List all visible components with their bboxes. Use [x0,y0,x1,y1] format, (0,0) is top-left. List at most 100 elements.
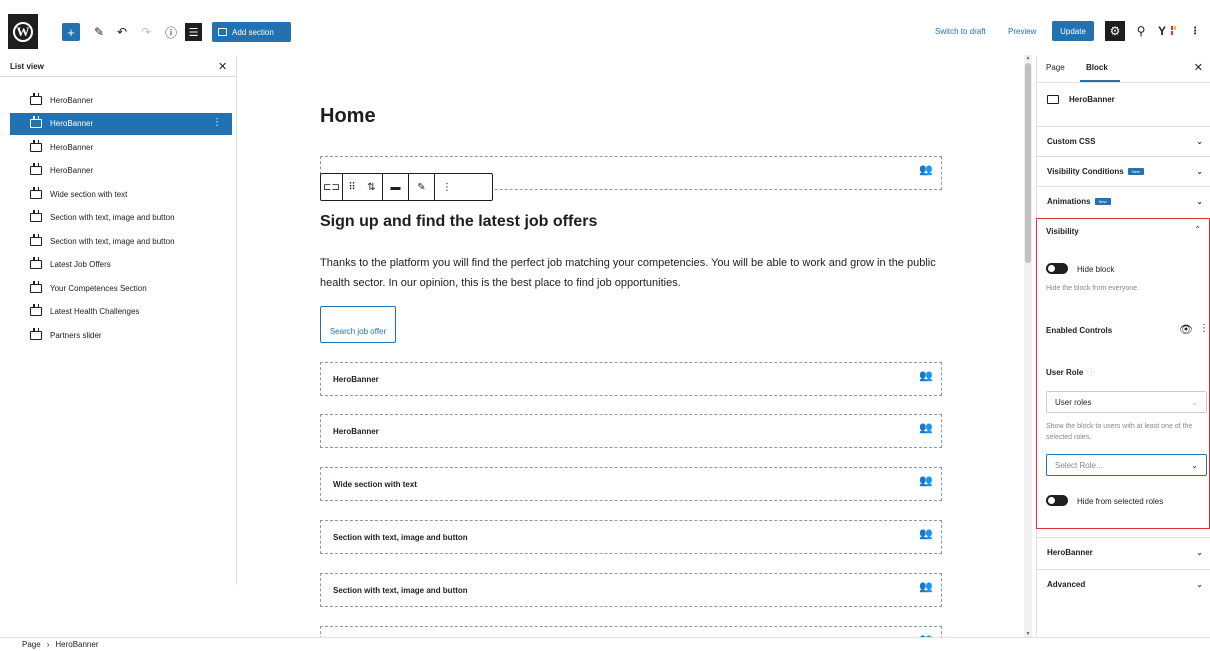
list-view-item[interactable]: Your Competences Section [10,277,232,299]
add-section-label: Add section [232,27,274,37]
redo-icon[interactable]: ↷ [138,23,154,41]
user-role-help: Show the block to users with at least on… [1046,423,1193,441]
block-toolbar: ⊏⊐ ⠿ ⇅ ▬ ✎ ⋮ [320,173,493,201]
list-view-item[interactable]: Section with text, image and button [10,230,232,252]
more-options-icon[interactable]: ⋮ [1199,323,1209,334]
drag-handle-icon[interactable]: ⠿ [343,174,361,200]
herobanner-panel-toggle[interactable]: HeroBanner ⌄ [1037,537,1210,567]
canvas-scrollbar[interactable]: ▲ ▼ [1024,55,1032,637]
hide-block-label: Hide block [1077,265,1115,274]
edit-pencil-icon[interactable]: ✎ [409,174,435,200]
advanced-panel-toggle[interactable]: Advanced ⌄ [1037,569,1210,599]
visibility-panel-title[interactable]: Visibility [1046,227,1079,236]
list-view-item[interactable]: Wide section with text [10,183,232,205]
block-placeholder[interactable]: Section with text, image and button 👥 [320,520,942,554]
list-view-title: List view [10,62,44,71]
wordpress-logo-button[interactable]: W [8,14,38,49]
advanced-panel-label: Advanced [1047,580,1086,589]
user-roles-select[interactable]: User roles ⌄ [1046,391,1207,413]
settings-gear-icon[interactable]: ⚙ [1105,21,1125,41]
chevron-up-icon[interactable]: ⌃ [1194,225,1201,234]
close-icon[interactable]: ✕ [218,60,227,73]
help-info-icon[interactable]: ⓘ [1087,367,1095,378]
custom-css-panel-toggle[interactable]: Custom CSS ⌄ [1037,126,1210,156]
chevron-down-icon: ⌄ [1191,397,1198,407]
sidebar-tabs: Page Block ✕ [1037,55,1210,83]
list-view-item[interactable]: Latest Health Challenges [10,301,232,323]
animations-panel-toggle[interactable]: Animations New ⌄ [1037,186,1210,216]
wordpress-logo-icon: W [13,21,33,42]
section-icon [218,28,227,36]
yoast-seo-icon[interactable]: Y [1157,21,1179,41]
breadcrumb-page[interactable]: Page [22,640,41,649]
switch-to-draft-button[interactable]: Switch to draft [935,27,986,36]
move-up-down-icon[interactable]: ⇅ [361,174,383,200]
page-title[interactable]: Home [320,105,376,128]
block-type-icon[interactable]: ⊏⊐ [321,174,343,200]
section-heading[interactable]: Sign up and find the latest job offers [320,213,597,231]
list-view-item[interactable]: HeroBanner ⋮ [10,112,232,135]
list-view-item-label: Latest Job Offers [50,260,111,269]
chevron-down-icon: ⌄ [1191,460,1198,470]
block-label: HeroBanner [333,426,379,436]
users-icon: 👥 [919,422,933,434]
block-placeholder[interactable]: HeroBanner 👥 [320,414,942,448]
more-options-icon[interactable]: ⋮ [435,174,459,200]
edit-tools-icon[interactable]: ✎ [91,23,107,41]
tab-page[interactable]: Page [1046,63,1065,72]
block-placeholder[interactable]: Section with text, image and button 👥 [320,573,942,607]
breadcrumb-current[interactable]: HeroBanner [55,640,98,649]
section-paragraph[interactable]: Thanks to the platform you will find the… [320,253,960,293]
breadcrumb: Page › HeroBanner [0,637,1210,651]
block-icon [30,186,42,199]
update-button[interactable]: Update [1052,21,1094,41]
scroll-up-icon[interactable]: ▲ [1024,55,1032,61]
block-label: Section with text, image and button [333,532,468,542]
options-kebab-icon[interactable]: ⋮ [1190,21,1200,41]
editor-canvas: Home 👥 ⊏⊐ ⠿ ⇅ ▬ ✎ ⋮ Sign up and find the… [238,55,1033,637]
block-card-title: HeroBanner [1069,95,1115,104]
new-badge: New [1127,168,1144,175]
block-icon [30,327,42,340]
hide-block-toggle[interactable] [1046,263,1068,274]
block-placeholder[interactable]: 👥 [320,626,942,637]
list-view-item[interactable]: HeroBanner [10,136,232,158]
select-role-dropdown[interactable]: Select Role... ⌄ [1046,454,1207,476]
details-info-icon[interactable]: ⓘ [163,23,179,41]
scrollbar-thumb[interactable] [1025,63,1031,263]
hide-from-selected-roles-toggle[interactable] [1046,495,1068,506]
block-icon [30,280,42,293]
block-label: HeroBanner [333,374,379,384]
block-inserter-button[interactable]: + [62,23,80,41]
search-job-offer-button[interactable]: Search job offer [320,306,396,343]
list-view-item[interactable]: Latest Job Offers [10,254,232,276]
custom-css-label: Custom CSS [1047,137,1096,146]
block-icon [30,233,42,246]
align-icon[interactable]: ▬ [383,174,409,200]
block-label: Section with text, image and button [333,585,468,595]
users-icon: 👥 [919,370,933,382]
visibility-conditions-panel-toggle[interactable]: Visibility Conditions New ⌄ [1037,156,1210,186]
list-view-toggle-button[interactable]: ☰ [185,23,202,41]
block-icon [30,304,42,316]
eye-icon[interactable]: 👁 [1179,323,1193,336]
block-icon [30,139,42,152]
block-placeholder[interactable]: Wide section with text 👥 [320,467,942,501]
list-view-item[interactable]: HeroBanner [10,89,232,111]
users-icon: 👥 [919,581,933,593]
users-icon: 👥 [919,164,933,176]
block-icon [30,116,42,128]
accessibility-person-icon[interactable]: ⚲ [1133,21,1149,41]
list-view-item[interactable]: Section with text, image and button [10,207,232,229]
block-placeholder[interactable]: HeroBanner 👥 [320,362,942,396]
list-view-item[interactable]: Partners slider [10,324,232,346]
svg-text:Y: Y [1158,24,1166,38]
tab-block[interactable]: Block [1086,63,1108,72]
add-section-button[interactable]: Add section [212,22,291,42]
undo-icon[interactable]: ↶ [114,23,130,41]
block-icon [1047,95,1059,104]
list-view-item[interactable]: HeroBanner [10,160,232,182]
close-icon[interactable]: ✕ [1194,61,1203,74]
item-options-icon[interactable]: ⋮ [212,117,222,128]
preview-button[interactable]: Preview [1008,27,1036,36]
